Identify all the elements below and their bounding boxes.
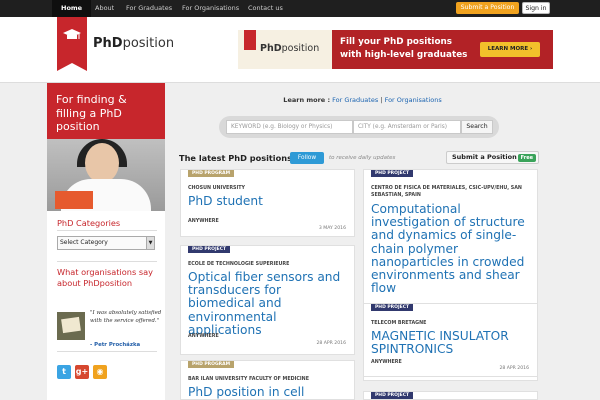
chevron-down-icon: ▼ [146, 237, 154, 249]
header: PhDposition PhDposition Fill your PhD po… [0, 17, 600, 83]
twitter-icon[interactable]: t [57, 365, 71, 379]
position-card[interactable]: PHD PROJECT ECOLE DE TECHNOLOGIE SUPERIE… [180, 245, 355, 355]
sidebar-hero: For finding & filling a PhD position [47, 83, 165, 211]
position-card[interactable]: PHD PROJECT TELECOM BRETAGNE MAGNETIC IN… [363, 303, 538, 377]
divider [57, 230, 157, 231]
learn-more-line: Learn more : For Graduates | For Organis… [283, 96, 442, 104]
category-tag: PHD PROGRAM [188, 170, 235, 177]
banner-logo: PhDposition [238, 30, 332, 69]
sidebar: For finding & filling a PhD position PhD… [47, 83, 165, 400]
banner-headline: Fill your PhD positions with high-level … [340, 37, 468, 60]
search-bar: KEYWORD (e.g. Biology or Physics) CITY (… [219, 116, 499, 138]
learn-more-button[interactable]: LEARN MORE › [480, 42, 540, 57]
location: ANYWHERE [188, 334, 219, 339]
submit-position-button[interactable]: Submit a Position [456, 2, 519, 14]
city-search-input[interactable]: CITY (e.g. Amsterdam or Paris) [353, 120, 461, 134]
learn-organisations-link[interactable]: For Organisations [385, 96, 442, 104]
post-date: 28 APR 2016 [499, 366, 529, 371]
institution: TELECOM BRETAGNE [371, 321, 427, 326]
position-card[interactable]: PHD PROGRAM CHOSUN UNIVERSITY PhD studen… [180, 169, 355, 237]
post-date: 3 MAY 2016 [318, 226, 346, 231]
categories-title: PhD Categories [57, 218, 121, 228]
rss-icon[interactable]: ◉ [93, 365, 107, 379]
learn-graduates-link[interactable]: For Graduates [332, 96, 378, 104]
nav-contact-us[interactable]: Contact us [248, 0, 283, 17]
top-nav: Home About For Graduates For Organisatio… [0, 0, 600, 17]
location: ANYWHERE [371, 360, 402, 365]
position-card[interactable]: PHD PROGRAM BAR ILAN UNIVERSITY FACULTY … [180, 360, 355, 400]
institution: CENTRO DE FISICA DE MATERIALES, CSIC-UPV… [371, 186, 522, 198]
submit-position-free-button[interactable]: Submit a Position Free [446, 151, 539, 164]
position-title[interactable]: PhD student [188, 194, 263, 208]
twitter-follow-button[interactable]: Follow [290, 152, 324, 164]
divider [57, 351, 157, 352]
sign-in-button[interactable]: Sign in [522, 2, 550, 14]
position-title[interactable]: Optical fiber sensors and transducers fo… [188, 270, 348, 337]
free-badge: Free [517, 153, 536, 162]
latest-positions-title: The latest PhD positions [179, 153, 292, 163]
institution: BAR ILAN UNIVERSITY FACULTY OF MEDICINE [188, 377, 309, 382]
position-title[interactable]: Computational investigation of structure… [371, 202, 533, 295]
category-tag: PHD PROJECT [188, 246, 231, 253]
logo-text[interactable]: PhDposition [93, 36, 174, 51]
position-card[interactable]: PHD PROJECT [363, 391, 538, 400]
nav-for-organisations[interactable]: For Organisations [182, 0, 239, 17]
google-plus-icon[interactable]: g+ [75, 365, 89, 379]
nav-about[interactable]: About [95, 0, 114, 17]
position-title[interactable]: PhD position in cell [188, 385, 304, 399]
testimonial-quote: "I was absolutely satisfied with the ser… [90, 310, 162, 324]
position-title[interactable]: MAGNETIC INSULATOR SPINTRONICS [371, 329, 521, 356]
category-tag: PHD PROJECT [371, 170, 414, 177]
banner-ribbon-icon [244, 30, 256, 50]
hero-photo [47, 139, 165, 211]
testimonial-author[interactable]: - Petr Procházka [90, 342, 140, 348]
search-button[interactable]: Search [461, 120, 493, 134]
hero-text: For finding & filling a PhD position [56, 93, 127, 133]
promo-banner[interactable]: PhDposition Fill your PhD positions with… [238, 30, 553, 69]
testimonial-image [57, 312, 85, 340]
organisations-title: What organisations say about PhDposition [57, 267, 153, 288]
keyword-search-input[interactable]: KEYWORD (e.g. Biology or Physics) [226, 120, 353, 134]
graduation-cap-icon [63, 29, 81, 39]
nav-for-graduates[interactable]: For Graduates [126, 0, 172, 17]
divider [57, 261, 157, 262]
institution: CHOSUN UNIVERSITY [188, 186, 246, 191]
category-tag: PHD PROJECT [371, 392, 414, 399]
follow-note: to receive daily updates [329, 155, 396, 161]
post-date: 28 APR 2016 [316, 341, 346, 346]
main-content: Learn more : For Graduates | For Organis… [172, 83, 553, 400]
institution: ECOLE DE TECHNOLOGIE SUPERIEURE [188, 262, 290, 267]
category-select[interactable]: Select Category ▼ [57, 236, 155, 250]
category-tag: PHD PROJECT [371, 304, 414, 311]
location: ANYWHERE [188, 219, 219, 224]
nav-home[interactable]: Home [52, 0, 92, 17]
category-tag: PHD PROGRAM [188, 361, 235, 368]
